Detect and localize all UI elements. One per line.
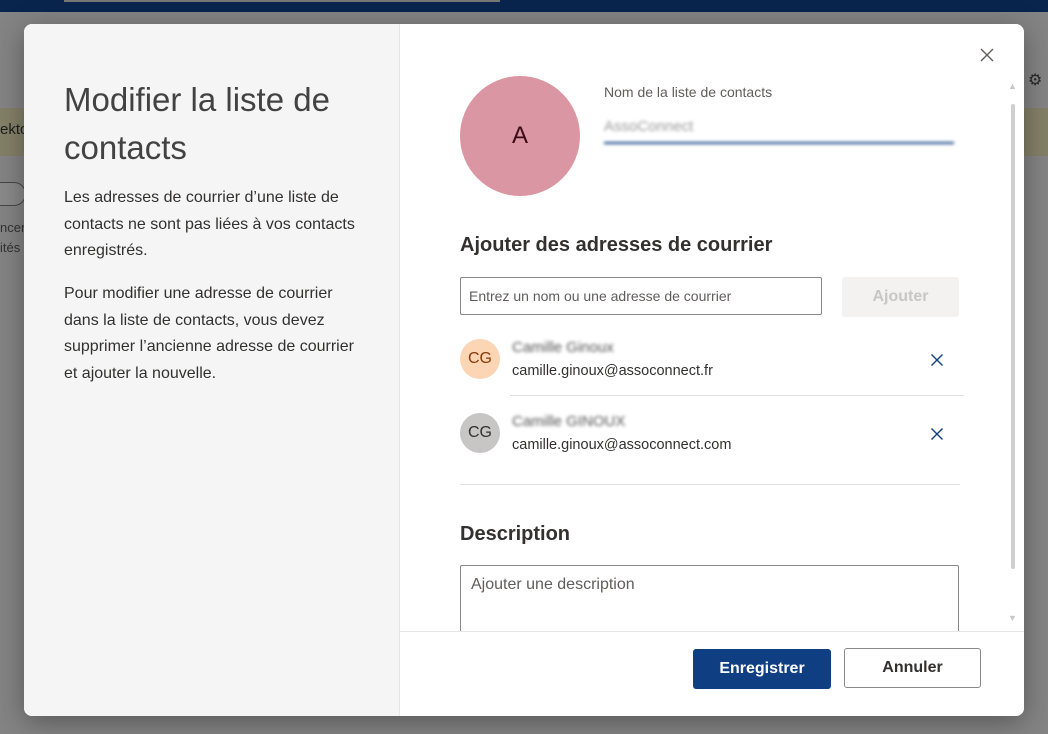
contact-avatar: CG xyxy=(460,413,500,453)
contact-email: camille.ginoux@assoconnect.com xyxy=(512,437,732,453)
dialog-title: Modifier la liste de contacts xyxy=(64,81,330,166)
remove-contact-button[interactable] xyxy=(926,423,948,445)
remove-contact-button[interactable] xyxy=(926,349,948,371)
close-button[interactable] xyxy=(974,42,1000,68)
add-addresses-heading: Ajouter des adresses de courrier xyxy=(460,234,773,256)
scroll-down-arrow-icon[interactable]: ▼ xyxy=(1008,613,1017,623)
info-paragraph-1: Les adresses de courrier d’une liste de … xyxy=(64,189,355,259)
close-icon xyxy=(931,354,943,366)
close-icon xyxy=(980,48,994,62)
contact-divider xyxy=(510,395,964,396)
list-name-input[interactable] xyxy=(604,110,954,144)
scroll-up-arrow-icon[interactable]: ▲ xyxy=(1008,81,1017,91)
avatar-initial: A xyxy=(511,122,528,149)
description-heading: Description xyxy=(460,523,571,545)
contact-name: Camille GINOUX xyxy=(512,413,626,430)
scrollbar-thumb[interactable] xyxy=(1011,104,1015,569)
dialog-info-panel: Modifier la liste de contacts Les adress… xyxy=(24,24,400,716)
contact-list-avatar[interactable]: A xyxy=(460,76,580,196)
save-button[interactable]: Enregistrer xyxy=(693,649,831,689)
dialog-footer: Enregistrer Annuler xyxy=(400,631,1024,716)
add-address-input[interactable] xyxy=(460,277,822,315)
name-field-label: Nom de la liste de contacts xyxy=(604,84,773,100)
contact-item: CG Camille GINOUX camille.ginoux@assocon… xyxy=(460,403,965,467)
section-divider xyxy=(460,484,960,485)
info-paragraph-2: Pour modifier une adresse de courrier da… xyxy=(64,285,354,382)
contact-item: CG Camille Ginoux camille.ginoux@assocon… xyxy=(460,329,965,393)
close-icon xyxy=(931,428,943,440)
edit-contact-list-dialog: Modifier la liste de contacts Les adress… xyxy=(24,24,1024,716)
contact-avatar: CG xyxy=(460,339,500,379)
add-button[interactable]: Ajouter xyxy=(842,277,959,317)
contact-email: camille.ginoux@assoconnect.fr xyxy=(512,363,713,379)
contact-name: Camille Ginoux xyxy=(512,339,614,356)
cancel-button[interactable]: Annuler xyxy=(844,648,981,688)
